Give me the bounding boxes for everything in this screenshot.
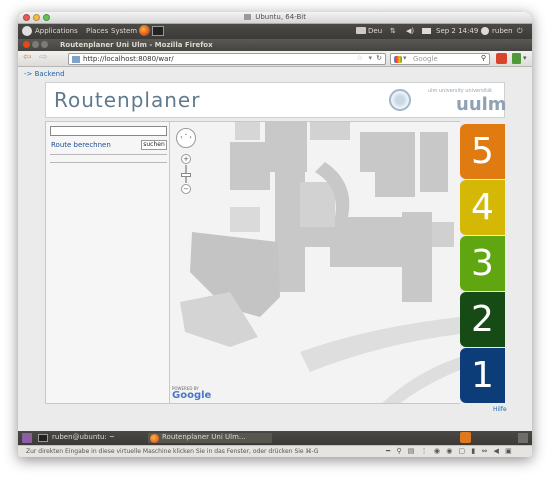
window-maximize-button[interactable] bbox=[41, 41, 48, 48]
firefox-titlebar: Routenplaner Uni Ulm - Mozilla Firefox bbox=[18, 39, 532, 51]
menu-applications[interactable]: Applications bbox=[35, 27, 78, 35]
page-title: Routenplaner bbox=[54, 88, 201, 112]
building-block bbox=[230, 207, 260, 232]
building-block bbox=[432, 222, 454, 247]
firefox-launcher-icon[interactable] bbox=[139, 25, 150, 36]
task-firefox[interactable]: Routenplaner Uni Ulm... bbox=[148, 433, 272, 443]
vm-window: Ubuntu, 64-Bit Applications Places Syste… bbox=[18, 12, 532, 457]
terminal-launcher-icon[interactable] bbox=[152, 26, 164, 36]
firefox-navbar: ⇦ ⇨ http://localhost:8080/war/ ☆ ▾ ↻ ▾ G… bbox=[18, 51, 532, 67]
uulm-logo: uulm bbox=[456, 94, 507, 115]
keyboard-layout[interactable]: Deu bbox=[368, 27, 382, 35]
addon-dropdown-icon[interactable]: ▾ bbox=[523, 54, 527, 62]
task-terminal[interactable]: ruben@ubuntu: ~ bbox=[38, 433, 115, 443]
floor-3-button[interactable]: 3 bbox=[460, 236, 505, 291]
ubuntu-logo-icon bbox=[22, 26, 32, 36]
url-bar[interactable]: http://localhost:8080/war/ ☆ ▾ ↻ bbox=[68, 53, 386, 65]
terminal-icon bbox=[38, 434, 48, 442]
window-close-button[interactable] bbox=[23, 41, 30, 48]
ubuntu-top-panel: Applications Places System Deu ⇅ ◀) Sep … bbox=[18, 24, 532, 39]
page-content: -> Backend Routenplaner ulm university u… bbox=[18, 67, 532, 431]
map-floorplan bbox=[180, 122, 460, 403]
network-icon[interactable]: ⇅ bbox=[390, 27, 396, 35]
vm-status-bar: Zur direkten Eingabe in diese virtuelle … bbox=[18, 445, 532, 457]
building-block bbox=[310, 122, 350, 140]
side-panel: Route berechnen suchen bbox=[45, 121, 170, 404]
show-desktop-icon[interactable] bbox=[22, 433, 32, 443]
user-menu[interactable]: ruben bbox=[492, 27, 513, 35]
divider bbox=[50, 162, 167, 163]
zoom-slider-handle[interactable] bbox=[181, 173, 191, 177]
volume-icon[interactable]: ◀) bbox=[406, 27, 414, 35]
map-pan-control[interactable]: ‹ ˆ › bbox=[176, 128, 196, 148]
home-icon[interactable] bbox=[496, 53, 507, 64]
google-logo[interactable]: Google bbox=[172, 390, 211, 401]
zoom-in-button[interactable]: + bbox=[181, 154, 191, 164]
building-block bbox=[402, 212, 432, 302]
divider bbox=[50, 154, 167, 155]
university-seal-icon bbox=[389, 89, 411, 111]
keyboard-icon bbox=[356, 27, 366, 34]
search-bar[interactable]: ▾ Google ⚲ bbox=[390, 53, 490, 65]
search-icon[interactable]: ⚲ bbox=[481, 54, 486, 62]
building-block bbox=[230, 142, 270, 190]
menu-system[interactable]: System bbox=[111, 27, 137, 35]
vm-icon bbox=[244, 14, 251, 20]
site-identity-icon[interactable] bbox=[72, 56, 80, 63]
building-block bbox=[330, 247, 410, 267]
floor-5-button[interactable]: 5 bbox=[460, 124, 505, 179]
firefox-icon bbox=[150, 434, 159, 443]
google-search-engine-icon[interactable] bbox=[394, 56, 402, 63]
vm-device-icons[interactable]: ━ ⚲ ▤ ⋮ ◉ ◉ ▢ ▮ ⇔ ◀ ▣ bbox=[386, 447, 514, 455]
building-block bbox=[300, 182, 335, 227]
user-icon bbox=[481, 27, 489, 35]
back-arrow-icon[interactable]: ⇦ bbox=[23, 53, 31, 63]
host-window-title: Ubuntu, 64-Bit bbox=[18, 13, 532, 21]
floor-2-button[interactable]: 2 bbox=[460, 292, 505, 347]
search-button[interactable]: suchen bbox=[141, 140, 167, 150]
app-header: Routenplaner ulm university universität … bbox=[45, 82, 507, 118]
map-canvas[interactable]: ‹ ˆ › + − POWERED BY Google bbox=[170, 121, 460, 404]
floor-1-button[interactable]: 1 bbox=[460, 348, 505, 403]
road-shape bbox=[300, 317, 460, 372]
tray-app-icon[interactable] bbox=[460, 432, 471, 443]
zoom-out-button[interactable]: − bbox=[181, 184, 191, 194]
menu-places[interactable]: Places bbox=[86, 27, 108, 35]
forward-arrow-icon[interactable]: ⇨ bbox=[39, 53, 47, 63]
addon-icon[interactable] bbox=[512, 53, 521, 64]
building-block bbox=[360, 132, 415, 172]
help-link[interactable]: Hilfe bbox=[493, 406, 507, 413]
dropdown-arrow-icon[interactable]: ▾ bbox=[368, 54, 372, 62]
road-shape bbox=[382, 357, 460, 403]
backend-link[interactable]: -> Backend bbox=[24, 70, 65, 78]
bookmark-star-icon[interactable]: ☆ bbox=[357, 54, 363, 62]
power-icon[interactable]: ⏻ bbox=[517, 27, 523, 36]
vm-status-hint: Zur direkten Eingabe in diese virtuelle … bbox=[26, 448, 319, 455]
mail-icon[interactable] bbox=[422, 28, 431, 34]
building-block bbox=[420, 132, 448, 192]
host-titlebar: Ubuntu, 64-Bit bbox=[18, 12, 532, 24]
clock[interactable]: Sep 2 14:49 bbox=[436, 27, 478, 35]
workspace-switcher[interactable] bbox=[518, 433, 528, 443]
window-minimize-button[interactable] bbox=[32, 41, 39, 48]
building-block bbox=[375, 172, 415, 197]
floor-selector: 5 4 3 2 1 bbox=[460, 121, 505, 404]
ubuntu-taskbar: ruben@ubuntu: ~ Routenplaner Uni Ulm... bbox=[18, 431, 532, 445]
window-title: Routenplaner Uni Ulm - Mozilla Firefox bbox=[60, 41, 213, 49]
floor-4-button[interactable]: 4 bbox=[460, 180, 505, 235]
reload-icon[interactable]: ↻ bbox=[376, 54, 382, 62]
search-input[interactable] bbox=[50, 126, 167, 136]
building-block bbox=[235, 122, 260, 140]
route-link[interactable]: Route berechnen bbox=[51, 141, 111, 149]
url-text: http://localhost:8080/war/ bbox=[83, 55, 174, 63]
search-placeholder: Google bbox=[413, 55, 438, 63]
engine-dropdown-icon[interactable]: ▾ bbox=[403, 54, 407, 62]
